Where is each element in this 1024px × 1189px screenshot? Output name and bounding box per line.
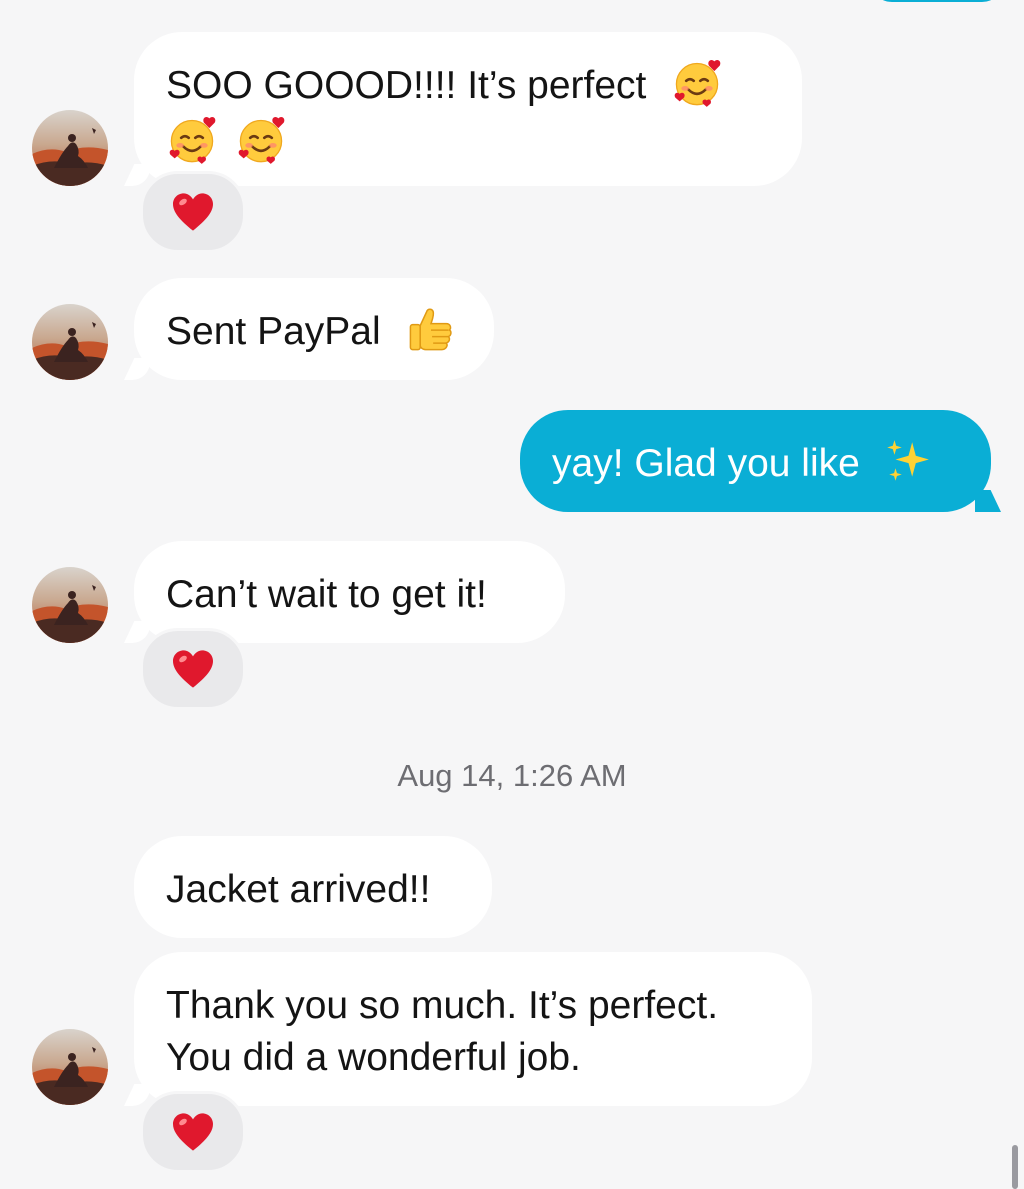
red-heart-icon <box>171 649 215 689</box>
scroll-indicator[interactable] <box>1012 1145 1018 1189</box>
contact-avatar[interactable] <box>32 110 108 186</box>
message-text-line-2: You did a wonderful job. <box>166 1036 581 1079</box>
contact-avatar[interactable] <box>32 1029 108 1105</box>
red-heart-icon <box>171 1112 215 1152</box>
avatar-photo <box>32 1029 108 1105</box>
heart-reaction[interactable] <box>140 1091 246 1173</box>
avatar-photo <box>32 567 108 643</box>
contact-avatar[interactable] <box>32 304 108 380</box>
message-text: Sent PayPal <box>166 310 381 353</box>
message-text: Jacket arrived!! <box>166 868 431 911</box>
message-text-line-1: Thank you so much. It’s perfect. <box>166 984 719 1027</box>
sparkles-icon <box>883 436 933 486</box>
message-text: yay! Glad you like <box>552 442 860 485</box>
message-bubble-outgoing[interactable]: yay! Glad you like <box>520 410 991 512</box>
previous-outgoing-bubble <box>870 0 1004 2</box>
message-text: Can’t wait to get it! <box>166 573 487 616</box>
conversation-timestamp: Aug 14, 1:26 AM <box>397 758 627 793</box>
thumbs-up-icon <box>405 303 457 355</box>
smiling-face-with-hearts-icon <box>235 114 287 166</box>
avatar-photo <box>32 110 108 186</box>
heart-reaction[interactable] <box>140 628 246 710</box>
smiling-face-with-hearts-icon <box>671 57 723 109</box>
red-heart-icon <box>171 192 215 232</box>
message-bubble-incoming[interactable]: Jacket arrived!! <box>134 836 492 938</box>
message-bubble-incoming[interactable]: Thank you so much. It’s perfect. You did… <box>134 952 812 1106</box>
contact-avatar[interactable] <box>32 567 108 643</box>
message-bubble-incoming[interactable]: Sent PayPal <box>134 278 494 380</box>
avatar-photo <box>32 304 108 380</box>
message-text: SOO GOOOD!!!! It’s perfect <box>166 64 647 107</box>
heart-reaction[interactable] <box>140 171 246 253</box>
message-bubble-incoming[interactable]: SOO GOOOD!!!! It’s perfect <box>134 32 802 186</box>
smiling-face-with-hearts-icon <box>166 114 218 166</box>
